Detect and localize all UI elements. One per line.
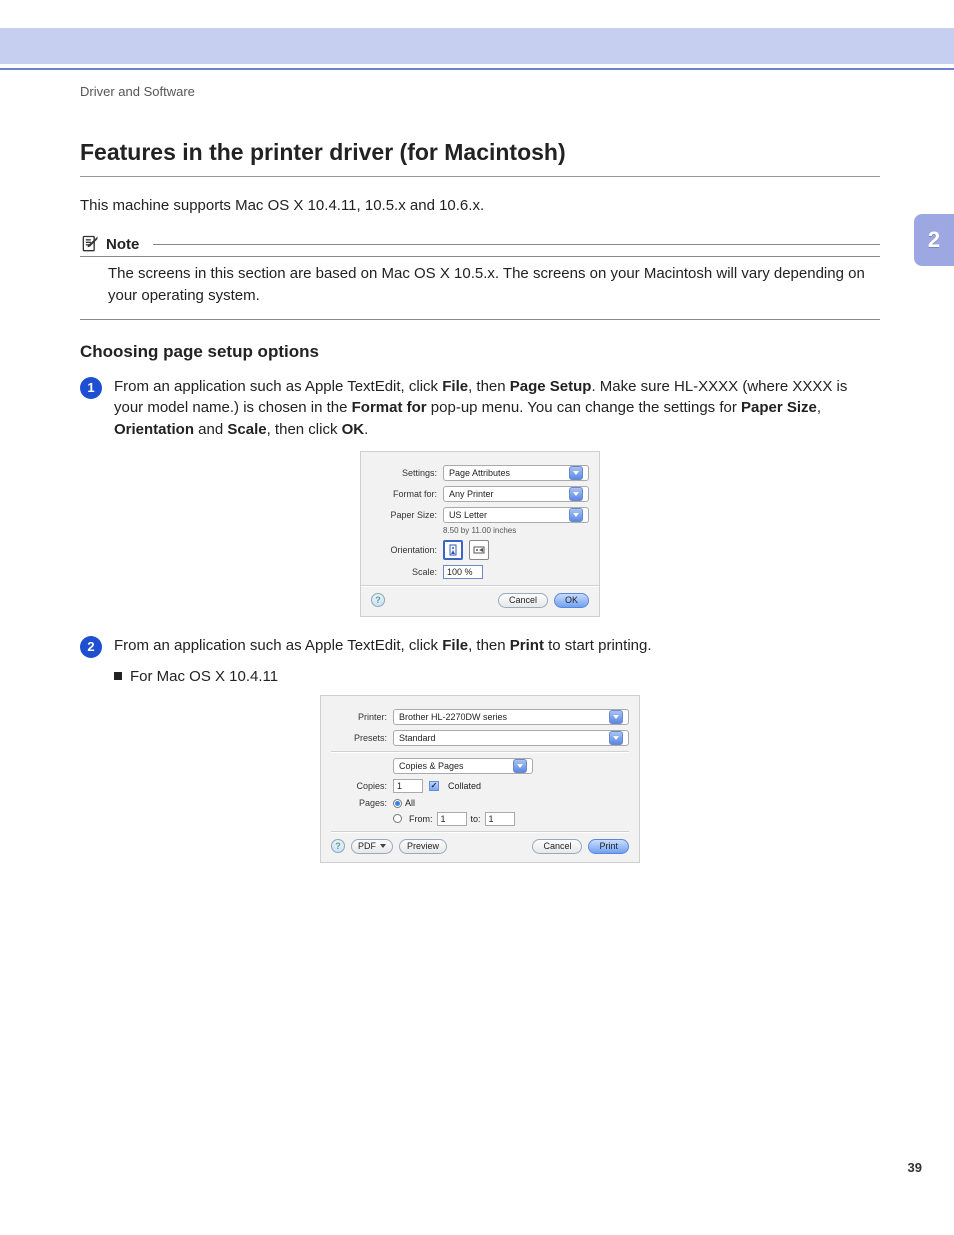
step-badge-1: 1: [80, 377, 102, 399]
pages-all-label: All: [405, 798, 415, 808]
pages-range-radio[interactable]: [393, 814, 402, 823]
help-button[interactable]: ?: [331, 839, 345, 853]
ok-button[interactable]: OK: [554, 593, 589, 608]
note-label: Note: [106, 236, 139, 253]
note-rule: [153, 244, 880, 245]
chevron-down-icon: [569, 487, 583, 501]
cancel-button[interactable]: Cancel: [498, 593, 548, 608]
top-accent-bar: [0, 28, 954, 64]
format-for-label: Format for:: [371, 489, 437, 499]
portrait-button[interactable]: [443, 540, 463, 560]
chevron-down-icon: [609, 710, 623, 724]
printer-label: Printer:: [331, 712, 387, 722]
print-button[interactable]: Print: [588, 839, 629, 854]
note-block: Note The screens in this section are bas…: [80, 234, 880, 320]
format-for-combo[interactable]: Any Printer: [443, 486, 589, 502]
to-label: to:: [471, 814, 481, 824]
printer-combo[interactable]: Brother HL-2270DW series: [393, 709, 629, 725]
chevron-down-icon: [513, 759, 527, 773]
to-input[interactable]: 1: [485, 812, 515, 826]
note-icon: [80, 234, 100, 254]
landscape-button[interactable]: [469, 540, 489, 560]
chevron-down-icon: [609, 731, 623, 745]
orientation-label: Orientation:: [371, 545, 437, 555]
step-1: 1 From an application such as Apple Text…: [80, 376, 880, 441]
presets-combo[interactable]: Standard: [393, 730, 629, 746]
page-number: 39: [908, 1160, 922, 1175]
cancel-button[interactable]: Cancel: [532, 839, 582, 854]
settings-combo[interactable]: Page Attributes: [443, 465, 589, 481]
pages-label: Pages:: [331, 798, 387, 808]
paper-size-combo[interactable]: US Letter: [443, 507, 589, 523]
page-title: Features in the printer driver (for Maci…: [80, 139, 880, 177]
paper-dims: 8.50 by 11.00 inches: [443, 526, 589, 535]
print-dialog: Printer: Brother HL-2270DW series Preset…: [320, 695, 640, 863]
step-2: 2 From an application such as Apple Text…: [80, 635, 880, 658]
section-title: Choosing page setup options: [80, 342, 880, 362]
panel-combo[interactable]: Copies & Pages: [393, 758, 533, 774]
paper-size-label: Paper Size:: [371, 510, 437, 520]
chevron-down-icon: [569, 508, 583, 522]
collated-checkbox[interactable]: [429, 781, 439, 791]
copies-label: Copies:: [331, 781, 387, 791]
pdf-menu-button[interactable]: PDF: [351, 839, 393, 854]
step-badge-2: 2: [80, 636, 102, 658]
pages-all-radio[interactable]: [393, 799, 402, 808]
copies-input[interactable]: 1: [393, 779, 423, 793]
presets-label: Presets:: [331, 733, 387, 743]
settings-label: Settings:: [371, 468, 437, 478]
note-body: The screens in this section are based on…: [80, 257, 880, 320]
chapter-tab: 2: [914, 214, 954, 266]
preview-button[interactable]: Preview: [399, 839, 447, 854]
scale-label: Scale:: [371, 567, 437, 577]
help-button[interactable]: ?: [371, 593, 385, 607]
breadcrumb: Driver and Software: [80, 84, 880, 99]
collated-label: Collated: [448, 781, 481, 791]
from-label: From:: [409, 814, 433, 824]
from-input[interactable]: 1: [437, 812, 467, 826]
page-setup-dialog: Settings: Page Attributes Format for: An…: [360, 451, 600, 617]
intro-text: This machine supports Mac OS X 10.4.11, …: [80, 195, 880, 216]
step-2-subitem: For Mac OS X 10.4.11: [114, 668, 880, 685]
bullet-square-icon: [114, 672, 122, 680]
step-2-sub-text: For Mac OS X 10.4.11: [130, 668, 278, 685]
step-2-text: From an application such as Apple TextEd…: [114, 635, 880, 658]
step-1-text: From an application such as Apple TextEd…: [114, 376, 880, 441]
chevron-down-icon: [569, 466, 583, 480]
scale-input[interactable]: 100 %: [443, 565, 483, 579]
